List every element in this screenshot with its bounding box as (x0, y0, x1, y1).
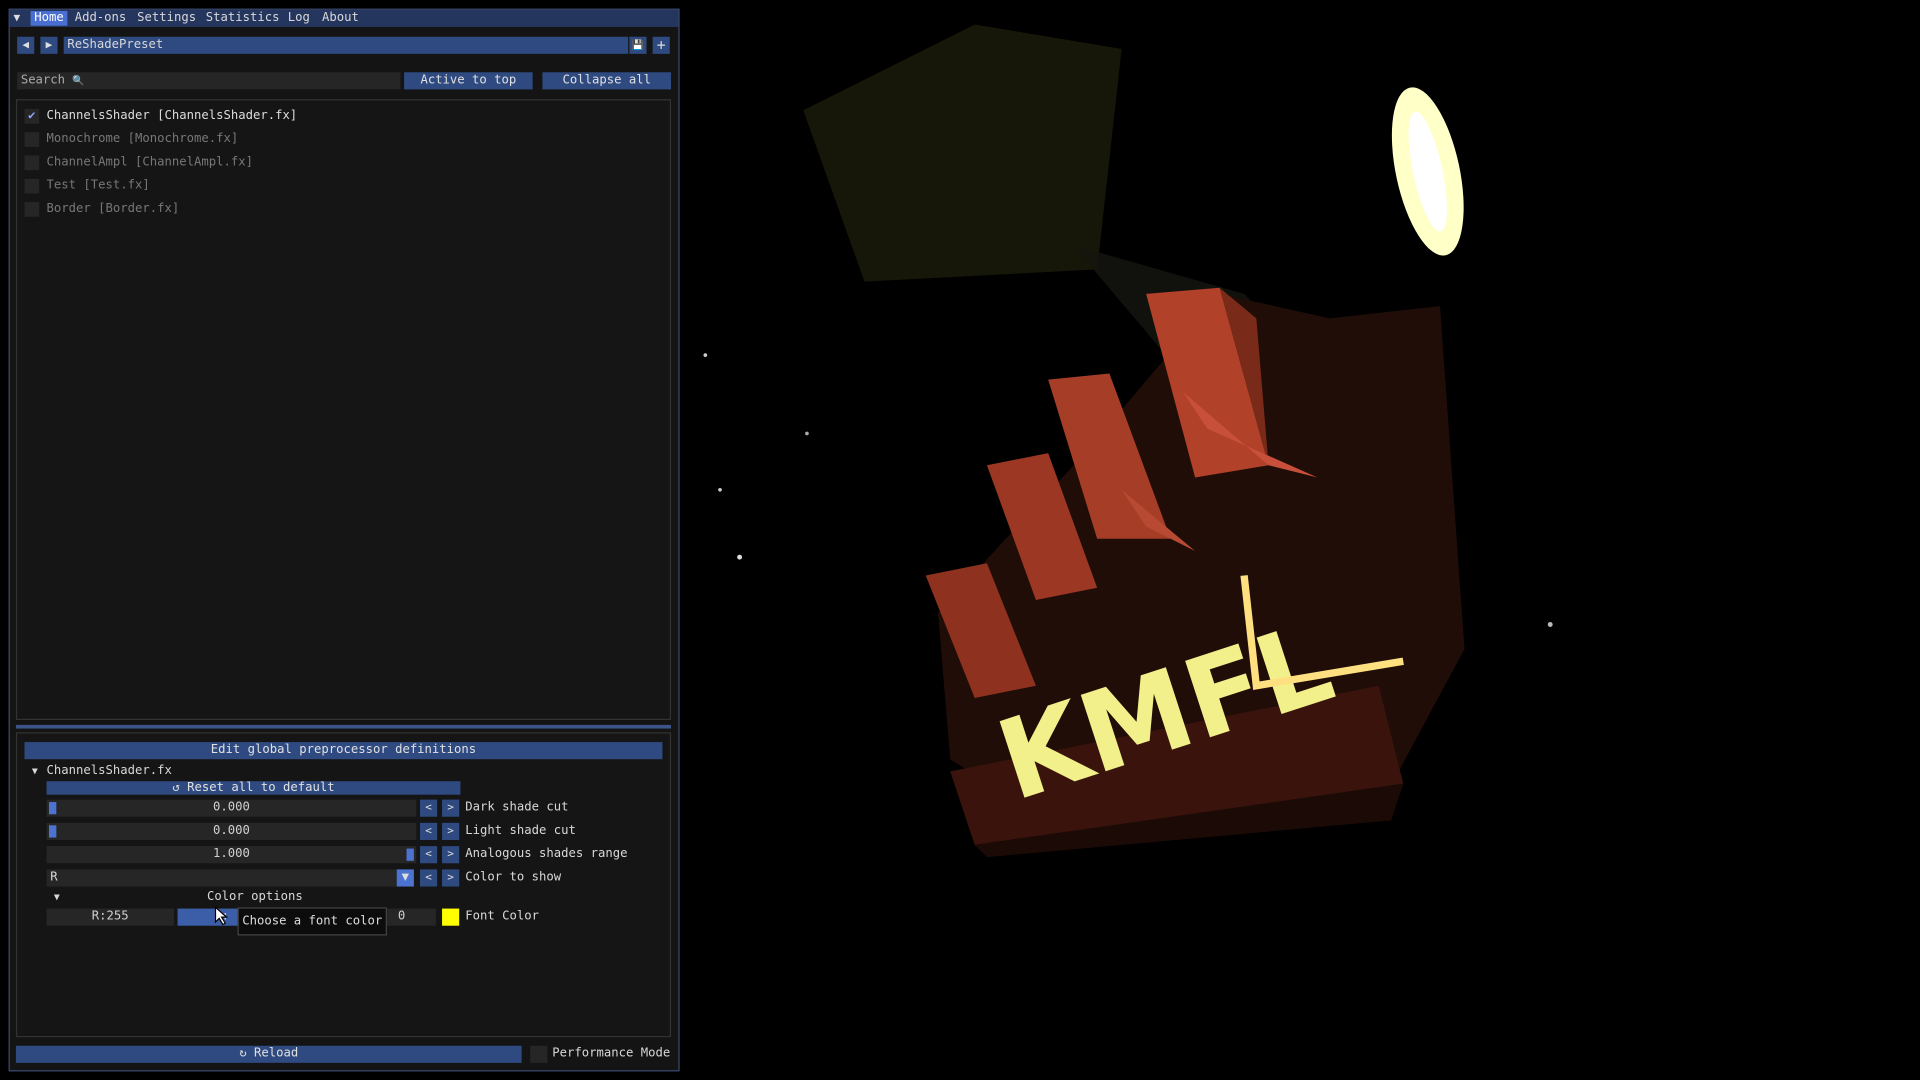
reload-label: Reload (254, 1046, 299, 1061)
decrement-button[interactable]: < (420, 869, 438, 887)
tab-statistics[interactable]: Statistics (202, 11, 283, 26)
search-icon: 🔍 (72, 74, 85, 86)
window-collapse-icon[interactable]: ▼ (13, 11, 25, 26)
slider-value: 0.000 (212, 824, 250, 838)
analogous-range-slider[interactable]: 1.000 (46, 846, 417, 864)
checkbox[interactable] (24, 178, 40, 194)
slider-value: 0.000 (212, 800, 250, 815)
slider-value: 1.000 (212, 847, 250, 861)
mouse-cursor-icon (214, 906, 229, 926)
increment-button[interactable]: > (442, 822, 460, 841)
decrement-button[interactable]: < (420, 846, 438, 864)
save-preset-icon[interactable]: 💾 (629, 36, 647, 54)
increment-button[interactable]: > (442, 869, 460, 887)
tab-add-ons[interactable]: Add-ons (71, 11, 130, 26)
expand-icon[interactable]: ▼ (32, 763, 38, 780)
performance-mode-checkbox[interactable] (530, 1045, 548, 1063)
search-placeholder: Search (20, 73, 66, 87)
performance-mode-label: Performance Mode (552, 1046, 671, 1061)
tab-settings[interactable]: Settings (133, 11, 199, 26)
reset-all-button[interactable]: ↺ Reset all to default (46, 781, 461, 795)
checkbox[interactable] (24, 155, 40, 171)
scene-render: KMFL (703, 24, 1553, 858)
param-label: Font Color (465, 909, 540, 924)
dark-shade-slider[interactable]: 0.000 (46, 799, 417, 817)
color-options-header[interactable]: Color options (207, 889, 303, 906)
next-preset-button[interactable]: ▶ (40, 36, 58, 54)
panel-splitter[interactable] (15, 724, 672, 729)
reload-button[interactable]: ↻ Reload (15, 1045, 522, 1063)
param-label: Analogous shades range (465, 847, 628, 861)
checkbox[interactable] (24, 132, 40, 147)
slider-grab[interactable] (48, 802, 57, 815)
font-color-swatch[interactable] (442, 908, 460, 926)
slider-grab[interactable] (406, 848, 414, 861)
edit-global-preprocessor-button[interactable]: Edit global preprocessor definitions (24, 742, 663, 760)
parameters-panel: Edit global preprocessor definitions ▼ C… (15, 732, 672, 1038)
reset-icon: ↺ (172, 781, 180, 795)
font-color-r-field[interactable]: R:255 (46, 908, 174, 926)
decrement-button[interactable]: < (420, 799, 438, 817)
color-to-show-combo[interactable]: R (46, 869, 397, 887)
add-preset-icon[interactable]: + (652, 36, 670, 54)
expand-icon[interactable]: ▼ (54, 889, 60, 906)
param-label: Color to show (465, 870, 562, 885)
active-to-top-button[interactable]: Active to top (404, 72, 533, 90)
effect-label: Test [Test.fx] (46, 178, 150, 193)
tab-home[interactable]: Home (30, 11, 68, 26)
checkbox-checked-icon[interactable]: ✔ (24, 108, 40, 124)
param-label: Dark shade cut (465, 800, 569, 815)
effect-label: ChannelsShader [ChannelsShader.fx] (46, 108, 298, 123)
collapse-all-button[interactable]: Collapse all (542, 72, 672, 90)
increment-button[interactable]: > (442, 799, 460, 817)
menu-bar: ▼ Home Add-ons Settings Statistics Log A… (9, 9, 679, 27)
search-input[interactable]: Search 🔍 (17, 72, 401, 90)
effects-list: ✔ ChannelsShader [ChannelsShader.fx] Mono… (15, 99, 672, 721)
effect-label: Border [Border.fx] (46, 202, 180, 216)
reset-label: Reset all to default (187, 781, 335, 795)
tooltip: Choose a font color (237, 907, 387, 936)
dropdown-arrow-icon[interactable]: ▼ (396, 869, 414, 887)
tab-log[interactable]: Log (284, 11, 313, 26)
param-label: Light shade cut (465, 824, 576, 838)
checkbox[interactable] (24, 202, 40, 217)
reload-icon: ↻ (239, 1046, 247, 1061)
effect-label: ChannelAmpl [ChannelAmpl.fx] (46, 155, 253, 169)
light-shade-slider[interactable]: 0.000 (46, 822, 417, 841)
prev-preset-button[interactable]: ◀ (17, 36, 35, 54)
slider-grab[interactable] (48, 825, 57, 838)
effect-label: Monochrome [Monochrome.fx] (46, 132, 239, 146)
decrement-button[interactable]: < (420, 822, 438, 841)
game-viewport: KMFL (680, 0, 1920, 1080)
increment-button[interactable]: > (442, 846, 460, 864)
effect-file-header[interactable]: ChannelsShader.fx (47, 763, 172, 780)
preset-name-field[interactable]: ReShadePreset (63, 36, 629, 54)
tab-about[interactable]: About (318, 11, 362, 26)
